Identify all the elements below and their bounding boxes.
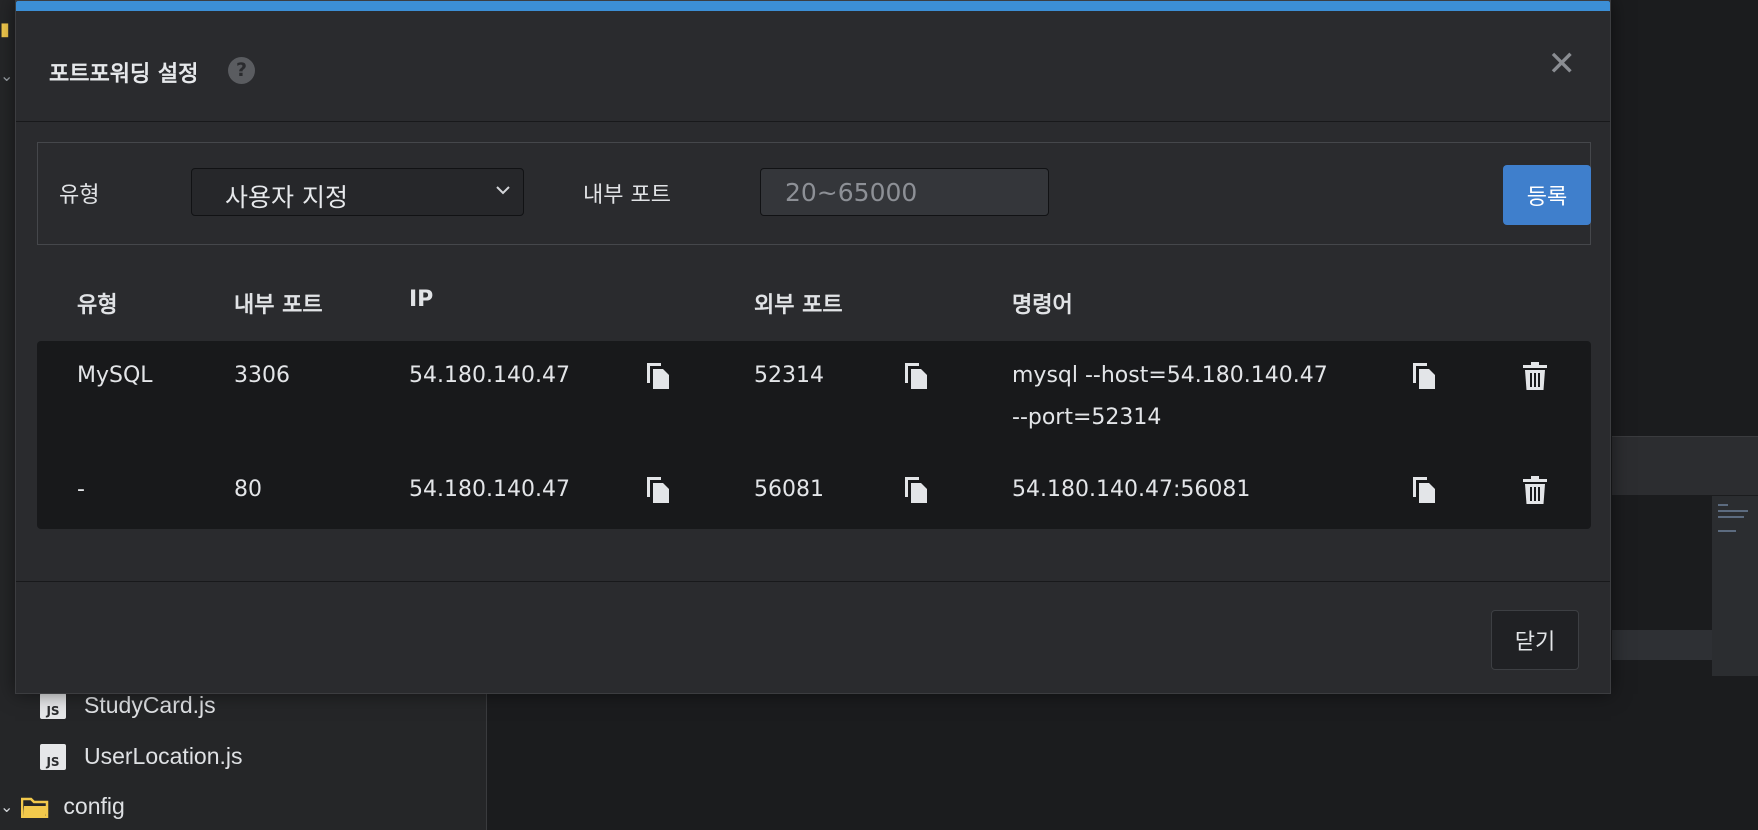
folder-icon: ▮: [0, 20, 10, 40]
trash-icon[interactable]: [1522, 475, 1548, 505]
column-header-type: 유형: [77, 293, 118, 318]
close-button[interactable]: 닫기: [1491, 610, 1579, 670]
type-label: 유형: [59, 183, 100, 208]
copy-icon[interactable]: [903, 361, 929, 391]
cell-ip: 54.180.140.47: [409, 363, 570, 388]
copy-icon[interactable]: [903, 475, 929, 505]
cell-type: -: [77, 477, 85, 502]
cell-command-line2: --port=52314: [1012, 405, 1162, 430]
cell-command-line1: mysql --host=54.180.140.47: [1012, 363, 1328, 388]
port-forwarding-dialog: 포트포워딩 설정 ? ✕ 유형 사용자 지정 내부 포트 등록 유형 내부 포트…: [15, 0, 1611, 694]
cell-external-port: 56081: [754, 477, 824, 502]
file-tree-item[interactable]: JS UserLocation.js: [40, 743, 243, 770]
type-select-value: 사용자 지정: [225, 183, 348, 212]
help-icon[interactable]: ?: [228, 57, 255, 84]
cell-external-port: 52314: [754, 363, 824, 388]
trash-icon[interactable]: [1522, 361, 1548, 391]
copy-icon[interactable]: [645, 475, 671, 505]
file-name: StudyCard.js: [84, 692, 216, 718]
dialog-footer: 닫기: [16, 581, 1610, 693]
copy-icon[interactable]: [1411, 361, 1437, 391]
dialog-header: 포트포워딩 설정 ? ✕: [16, 11, 1610, 122]
file-tree-item[interactable]: JS StudyCard.js: [40, 692, 216, 719]
chevron-down-icon: [496, 186, 510, 195]
cell-internal-port: 80: [234, 477, 262, 502]
internal-port-input[interactable]: [760, 168, 1049, 216]
internal-port-label: 내부 포트: [583, 183, 671, 208]
cell-command-line1: 54.180.140.47:56081: [1012, 477, 1251, 502]
ide-panel-strip: [1612, 436, 1758, 495]
dialog-title: 포트포워딩 설정: [49, 62, 199, 87]
column-header-internal-port: 내부 포트: [234, 293, 323, 318]
column-header-external-port: 외부 포트: [754, 293, 843, 318]
type-select[interactable]: 사용자 지정: [191, 168, 524, 216]
register-button[interactable]: 등록: [1503, 165, 1591, 225]
cell-ip: 54.180.140.47: [409, 477, 570, 502]
copy-icon[interactable]: [1411, 475, 1437, 505]
table-header: 유형 내부 포트 IP 외부 포트 명령어: [37, 271, 1591, 341]
js-file-icon: JS: [40, 692, 66, 719]
cell-type: MySQL: [77, 363, 153, 388]
folder-tree-item[interactable]: ⌄ config: [0, 793, 125, 820]
copy-icon[interactable]: [645, 361, 671, 391]
folder-icon: [21, 796, 49, 818]
add-rule-form: 유형 사용자 지정 내부 포트 등록: [37, 142, 1591, 245]
dialog-accent-bar: [16, 1, 1610, 11]
ide-highlight-strip: [1612, 630, 1712, 660]
chevron-icon: ⌄: [0, 66, 14, 85]
column-header-ip: IP: [409, 287, 434, 312]
column-header-command: 명령어: [1012, 293, 1073, 318]
cell-internal-port: 3306: [234, 363, 290, 388]
js-file-icon: JS: [40, 743, 66, 770]
editor-minimap[interactable]: [1712, 496, 1758, 676]
rules-table: MySQL 3306 54.180.140.47 52314 mysql --h…: [37, 341, 1591, 529]
chevron-down-icon: ⌄: [0, 798, 14, 816]
close-icon[interactable]: ✕: [1548, 47, 1577, 81]
folder-name: config: [63, 793, 125, 819]
file-name: UserLocation.js: [84, 743, 243, 769]
